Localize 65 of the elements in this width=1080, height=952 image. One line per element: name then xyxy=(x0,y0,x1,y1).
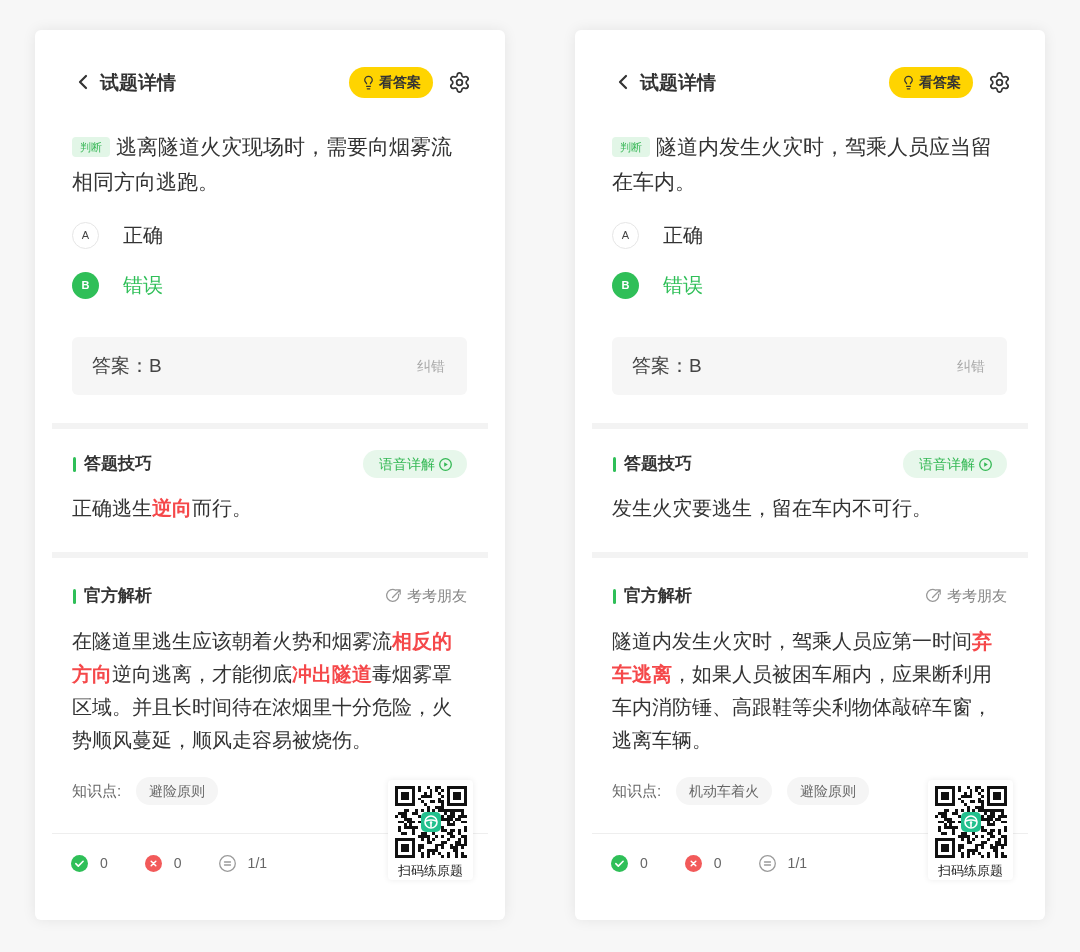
progress-count: 1/1 xyxy=(247,853,268,873)
knowledge-tag[interactable]: 避险原则 xyxy=(136,777,219,805)
settings-icon[interactable] xyxy=(988,70,1011,94)
answer-option[interactable]: A 正确 xyxy=(72,220,163,250)
option-letter-badge: A xyxy=(612,221,639,249)
tip-text: 发生火灾要逃生，留在车内不可行。 xyxy=(612,497,932,519)
wrong-count: 0 xyxy=(713,853,722,873)
audio-explanation-button[interactable]: 语音详解 xyxy=(363,450,467,478)
section-title: 官方解析 xyxy=(84,585,152,608)
steering-wheel-icon xyxy=(420,812,441,832)
wrong-count: 0 xyxy=(173,853,182,873)
option-letter-badge: B xyxy=(612,271,639,299)
play-icon xyxy=(438,457,452,471)
correct-count: 0 xyxy=(100,853,108,873)
share-icon xyxy=(386,588,402,604)
report-error-link[interactable]: 纠错 xyxy=(957,355,985,377)
page-title: 试题详情 xyxy=(640,72,716,92)
answer-option[interactable]: B 错误 xyxy=(72,270,163,300)
show-answer-button[interactable]: 看答案 xyxy=(349,66,433,98)
question-text: 判断 隧道内发生火灾时，驾乘人员应当留在车内。 xyxy=(612,134,993,195)
share-icon xyxy=(926,588,942,604)
section-bar-icon xyxy=(73,588,76,604)
question-type-tag: 判断 xyxy=(612,137,650,157)
show-answer-button[interactable]: 看答案 xyxy=(889,66,973,98)
equals-circle-icon xyxy=(218,854,236,872)
option-letter-badge: B xyxy=(72,271,99,299)
option-letter-badge: A xyxy=(72,221,99,249)
section-title: 答题技巧 xyxy=(84,453,152,476)
explanation-text: 隧道内发生火灾时，驾乘人员应第一时间弃车逃离，如果人员被困车厢内，应果断利用车内消防锤、高跟鞋等尖利物体敲碎车窗，逃离车辆。 xyxy=(612,630,992,751)
steering-wheel-icon xyxy=(960,812,981,832)
report-error-link[interactable]: 纠错 xyxy=(417,355,445,377)
page-title: 试题详情 xyxy=(100,72,176,92)
qr-caption: 扫码练原题 xyxy=(398,862,463,880)
explanation-text: 在隧道里逃生应该朝着火势和烟雾流相反的方向逆向逃离，才能彻底冲出隧道毒烟雾罩区域。并且长时间待在浓烟里十分危险，火势顺风蔓延，顺风走容易被烧伤。 xyxy=(72,630,452,751)
question-text: 判断 逃离隧道火灾现场时，需要向烟雾流相同方向逃跑。 xyxy=(72,134,453,195)
cross-circle-icon xyxy=(144,854,162,872)
question-type-tag: 判断 xyxy=(72,137,110,157)
share-link[interactable]: 考考朋友 xyxy=(926,584,1007,608)
section-title: 官方解析 xyxy=(624,585,692,608)
section-bar-icon xyxy=(613,588,616,604)
answer-text: 答案：B xyxy=(92,353,162,378)
answer-text: 答案：B xyxy=(632,353,702,378)
qr-caption: 扫码练原题 xyxy=(938,862,1003,880)
answer-option[interactable]: A 正确 xyxy=(612,220,703,250)
play-icon xyxy=(978,457,992,471)
equals-circle-icon xyxy=(758,854,776,872)
lightbulb-icon xyxy=(361,74,376,90)
lightbulb-icon xyxy=(901,74,916,90)
section-bar-icon xyxy=(613,456,616,472)
audio-explanation-button[interactable]: 语音详解 xyxy=(903,450,1007,478)
section-title: 答题技巧 xyxy=(624,453,692,476)
cross-circle-icon xyxy=(684,854,702,872)
settings-icon[interactable] xyxy=(448,70,471,94)
share-link[interactable]: 考考朋友 xyxy=(386,584,467,608)
section-bar-icon xyxy=(73,456,76,472)
knowledge-label: 知识点: xyxy=(72,780,122,801)
knowledge-tag[interactable]: 机动车着火 xyxy=(676,777,773,805)
tip-text: 正确逃生逆向而行。 xyxy=(72,497,252,519)
check-circle-icon xyxy=(611,854,628,872)
knowledge-tag[interactable]: 避险原则 xyxy=(787,777,870,805)
knowledge-label: 知识点: xyxy=(612,780,662,801)
progress-count: 1/1 xyxy=(787,853,808,873)
correct-count: 0 xyxy=(640,853,648,873)
check-circle-icon xyxy=(71,854,88,872)
answer-option[interactable]: B 错误 xyxy=(612,270,703,300)
